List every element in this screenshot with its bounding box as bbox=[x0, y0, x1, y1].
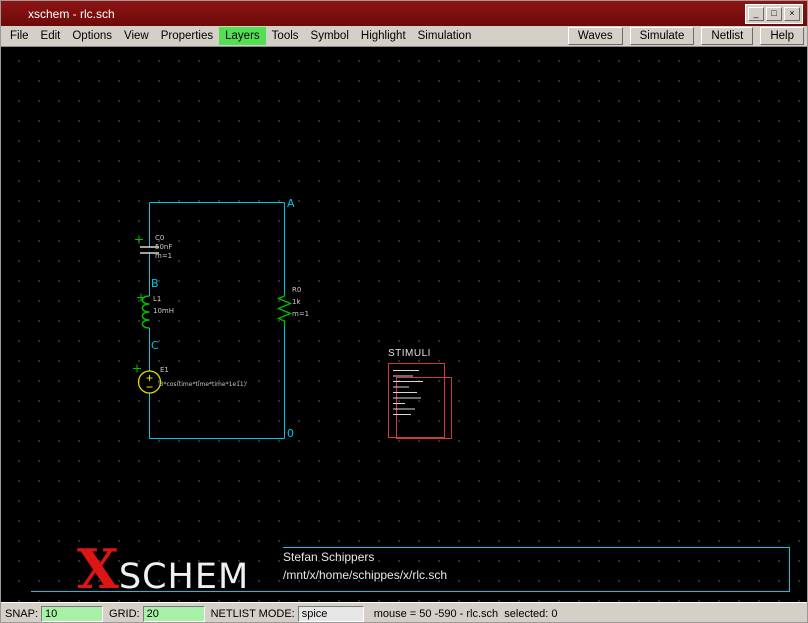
close-icon[interactable]: × bbox=[784, 7, 800, 21]
stimuli-doc-icon[interactable] bbox=[389, 364, 452, 439]
snap-label: SNAP: bbox=[5, 608, 38, 620]
node-label-b[interactable]: B bbox=[151, 277, 159, 290]
inductor-ref: L1 bbox=[153, 296, 161, 303]
xschem-logo: XSCHEM bbox=[77, 542, 249, 596]
node-label-a[interactable]: A bbox=[287, 197, 295, 210]
menu-options[interactable]: Options bbox=[66, 27, 118, 45]
resistor-mult: m=1 bbox=[292, 311, 309, 318]
netlist-mode-input[interactable] bbox=[298, 606, 364, 622]
netlist-mode-label: NETLIST MODE: bbox=[211, 608, 295, 620]
node-label-c[interactable]: C bbox=[151, 339, 159, 352]
inductor-value: 10mH bbox=[153, 308, 174, 315]
logo-x: X bbox=[77, 542, 119, 596]
title-block-path: /mnt/x/home/schippes/x/rlc.sch bbox=[283, 568, 447, 582]
inductor-symbol[interactable] bbox=[142, 296, 149, 328]
capacitor-ref: C0 bbox=[155, 235, 164, 242]
simulate-button[interactable]: Simulate bbox=[630, 27, 695, 45]
menu-layers[interactable]: Layers bbox=[219, 27, 266, 45]
snap-input[interactable] bbox=[41, 606, 103, 622]
capacitor-value: 50nF bbox=[155, 244, 172, 251]
logo-text: SCHEM bbox=[119, 560, 249, 595]
resistor-value: 1k bbox=[292, 299, 301, 306]
source-value: '3*cos(time*time*time*1e11)' bbox=[158, 381, 248, 388]
capacitor-mult: m=1 bbox=[155, 253, 172, 260]
menu-tools[interactable]: Tools bbox=[266, 27, 305, 45]
menu-symbol[interactable]: Symbol bbox=[305, 27, 355, 45]
window-title: xschem - rlc.sch bbox=[28, 7, 115, 21]
menu-edit[interactable]: Edit bbox=[35, 27, 67, 45]
resistor-symbol[interactable] bbox=[279, 293, 291, 326]
title-block-author: Stefan Schippers bbox=[283, 550, 374, 564]
maximize-icon[interactable]: □ bbox=[766, 7, 782, 21]
schematic-canvas[interactable]: A B C 0 C0 50nF m=1 L1 10mH E1 '3*cos(ti… bbox=[1, 47, 808, 602]
statusbar: SNAP: GRID: NETLIST MODE: mouse = 50 -59… bbox=[1, 602, 807, 623]
grid-label: GRID: bbox=[109, 608, 140, 620]
menu-simulation[interactable]: Simulation bbox=[412, 27, 478, 45]
xschem-window: xschem - rlc.sch _ □ × File Edit Options… bbox=[0, 0, 808, 623]
plus-marks bbox=[133, 236, 145, 373]
window-titlebar: xschem - rlc.sch _ □ × bbox=[1, 1, 807, 26]
menubar: File Edit Options View Properties Layers… bbox=[1, 26, 807, 47]
stimuli-label[interactable]: STIMULI bbox=[388, 348, 431, 359]
menu-properties[interactable]: Properties bbox=[155, 27, 219, 45]
window-controls: _ □ × bbox=[745, 4, 803, 24]
menu-highlight[interactable]: Highlight bbox=[355, 27, 412, 45]
node-label-gnd[interactable]: 0 bbox=[287, 427, 294, 440]
netlist-button[interactable]: Netlist bbox=[701, 27, 753, 45]
schematic-drawing bbox=[1, 47, 808, 602]
circuit-wires[interactable] bbox=[150, 203, 285, 439]
mouse-status-text: mouse = 50 -590 - rlc.sch selected: 0 bbox=[374, 608, 558, 620]
help-button[interactable]: Help bbox=[760, 27, 804, 45]
minimize-icon[interactable]: _ bbox=[748, 7, 764, 21]
menu-file[interactable]: File bbox=[4, 27, 35, 45]
menu-view[interactable]: View bbox=[118, 27, 155, 45]
waves-button[interactable]: Waves bbox=[568, 27, 623, 45]
source-ref: E1 bbox=[160, 367, 169, 374]
resistor-ref: R0 bbox=[292, 287, 301, 294]
grid-input[interactable] bbox=[143, 606, 205, 622]
